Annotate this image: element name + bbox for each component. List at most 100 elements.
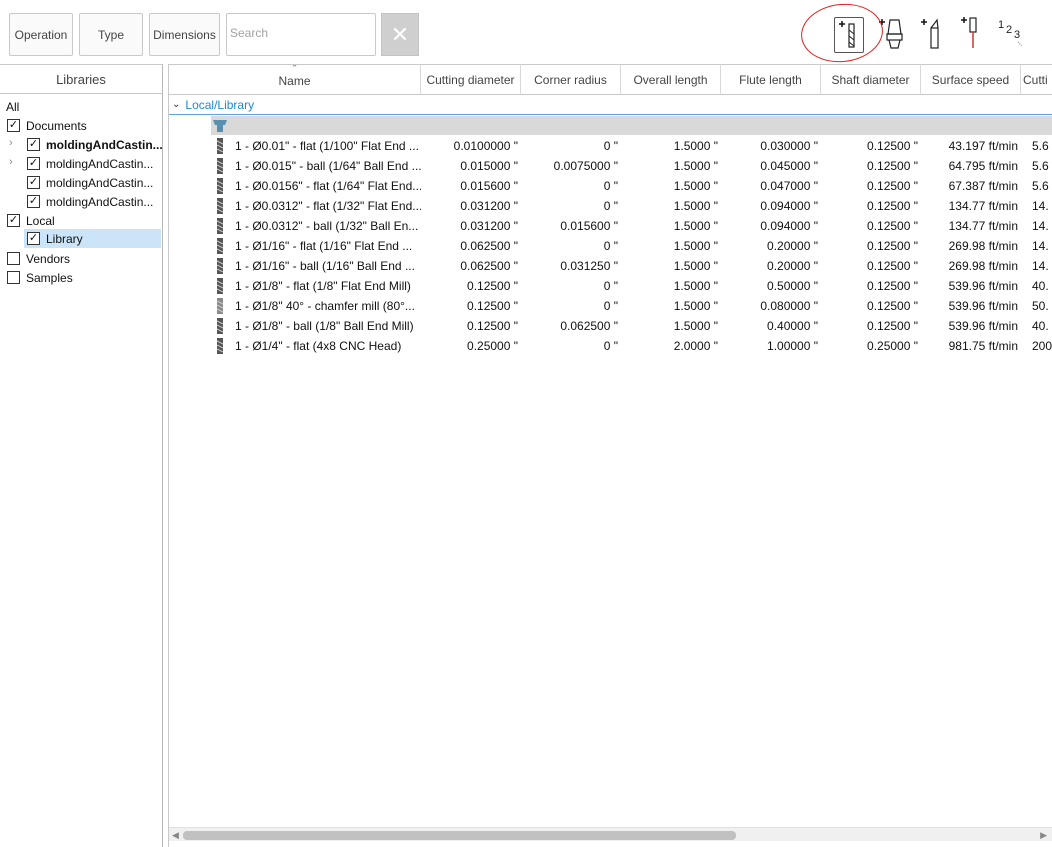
column-header-cutting-diameter[interactable]: Cutting diameter: [421, 64, 521, 95]
cell-name: 1 - Ø0.0156" - flat (1/64" Flat End...: [235, 179, 421, 193]
checkbox-icon[interactable]: ✓: [27, 195, 40, 208]
cell-shaft-diameter: 0.12500 ": [867, 319, 918, 333]
cell-cutting-feedrate: 5.6: [1032, 139, 1049, 153]
ball-end-mill-icon: [217, 258, 223, 274]
cell-cutting-feedrate: 40.: [1032, 279, 1049, 293]
cell-shaft-diameter: 0.12500 ": [867, 159, 918, 173]
library-item-label: moldingAndCastin...: [46, 156, 154, 171]
checkbox-icon[interactable]: [7, 271, 20, 284]
column-header-name[interactable]: ⌃ Name: [169, 64, 421, 95]
cell-overall-length: 1.5000 ": [673, 219, 718, 233]
library-item-samples[interactable]: Samples: [7, 268, 73, 287]
cell-flute-length: 0.094000 ": [760, 219, 818, 233]
scrollbar-thumb[interactable]: [183, 831, 736, 840]
new-mill-tool-icon[interactable]: [834, 17, 864, 53]
column-header-surface-speed[interactable]: Surface speed: [921, 64, 1021, 95]
chevron-right-icon[interactable]: ›: [9, 137, 13, 149]
operation-filter-button[interactable]: Operation: [9, 13, 73, 56]
column-header-corner-radius[interactable]: Corner radius: [521, 64, 621, 95]
scroll-right-icon[interactable]: ▶: [1040, 828, 1047, 842]
cell-surface-speed: 981.75 ft/min: [948, 339, 1018, 353]
cell-shaft-diameter: 0.12500 ": [867, 139, 918, 153]
library-item-label: moldingAndCastin...: [46, 175, 154, 190]
table-row[interactable]: 1 - Ø1/8" - flat (1/8" Flat End Mill) 0.1…: [169, 276, 1052, 296]
library-item-label: moldingAndCastin...: [46, 194, 154, 209]
column-header-overall-length[interactable]: Overall length: [621, 64, 721, 95]
library-item-local[interactable]: ✓ Local: [7, 211, 55, 230]
library-item-library[interactable]: ✓ Library: [24, 229, 161, 248]
column-header-flute-length[interactable]: Flute length: [721, 64, 821, 95]
library-item-vendors[interactable]: Vendors: [7, 249, 70, 268]
library-item-label: Local: [26, 213, 55, 228]
group-label: Local/Library: [185, 97, 255, 112]
horizontal-scrollbar[interactable]: ◀ ▶: [169, 827, 1052, 841]
cell-cutting-diameter: 0.062500 ": [460, 259, 518, 273]
cell-surface-speed: 67.387 ft/min: [948, 179, 1018, 193]
cell-surface-speed: 43.197 ft/min: [948, 139, 1018, 153]
scroll-left-icon[interactable]: ◀: [172, 828, 179, 842]
library-item-all[interactable]: All: [6, 97, 19, 116]
cell-corner-radius: 0 ": [603, 299, 618, 313]
column-header-shaft-diameter[interactable]: Shaft diameter: [821, 64, 921, 95]
library-item-moldingandcasting-2[interactable]: ✓ moldingAndCastin...: [27, 154, 153, 173]
table-row[interactable]: 1 - Ø0.015" - ball (1/64" Ball End ... 0.…: [169, 156, 1052, 176]
cell-cutting-diameter: 0.031200 ": [460, 219, 518, 233]
cell-name: 1 - Ø1/4" - flat (4x8 CNC Head): [235, 339, 402, 353]
group-row-local-library[interactable]: ⌄ Local/Library: [169, 95, 1052, 115]
checkbox-icon[interactable]: ✓: [27, 176, 40, 189]
library-item-moldingandcasting-3[interactable]: ✓ moldingAndCastin...: [27, 173, 153, 192]
cell-cutting-diameter: 0.015600 ": [460, 179, 518, 193]
clear-search-button[interactable]: ✕: [381, 13, 419, 56]
cell-name: 1 - Ø1/8" 40° - chamfer mill (80°...: [235, 299, 415, 313]
holder-row[interactable]: [211, 116, 1052, 135]
checkbox-icon[interactable]: ✓: [27, 138, 40, 151]
table-row[interactable]: 1 - Ø1/16" - flat (1/16" Flat End ... 0.0…: [169, 236, 1052, 256]
cell-corner-radius: 0 ": [603, 179, 618, 193]
cell-cutting-feedrate: 40.: [1032, 319, 1049, 333]
checkbox-icon[interactable]: ✓: [27, 232, 40, 245]
cell-corner-radius: 0.015600 ": [560, 219, 618, 233]
checkbox-icon[interactable]: [7, 252, 20, 265]
cell-surface-speed: 64.795 ft/min: [948, 159, 1018, 173]
cell-corner-radius: 0 ": [603, 199, 618, 213]
table-row[interactable]: 1 - Ø1/4" - flat (4x8 CNC Head) 0.25000 "…: [169, 336, 1052, 356]
checkbox-icon[interactable]: ✓: [7, 119, 20, 132]
ball-end-mill-icon: [217, 218, 223, 234]
cell-flute-length: 0.50000 ": [767, 279, 818, 293]
holder-icon: [213, 120, 227, 132]
flat-end-mill-icon: [217, 278, 223, 294]
checkbox-icon[interactable]: ✓: [27, 157, 40, 170]
library-item-moldingandcasting-4[interactable]: ✓ moldingAndCastin...: [27, 192, 153, 211]
ball-end-mill-icon: [217, 158, 223, 174]
type-filter-button[interactable]: Type: [79, 13, 143, 56]
search-input[interactable]: [230, 26, 370, 40]
library-item-documents[interactable]: ✓ Documents: [7, 116, 87, 135]
cell-cutting-diameter: 0.031200 ": [460, 199, 518, 213]
chevron-right-icon[interactable]: ›: [9, 156, 13, 168]
dimensions-filter-button[interactable]: Dimensions: [149, 13, 220, 56]
cell-name: 1 - Ø1/8" - flat (1/8" Flat End Mill): [235, 279, 411, 293]
flat-end-mill-icon: [217, 338, 223, 354]
table-row[interactable]: 1 - Ø0.0156" - flat (1/64" Flat End... 0.…: [169, 176, 1052, 196]
cell-cutting-feedrate: 14.: [1032, 219, 1049, 233]
table-row[interactable]: 1 - Ø1/8" - ball (1/8" Ball End Mill) 0.1…: [169, 316, 1052, 336]
table-row[interactable]: 1 - Ø0.0312" - ball (1/32" Ball En... 0.0…: [169, 216, 1052, 236]
library-item-moldingandcasting-1[interactable]: ✓ moldingAndCastin...: [27, 135, 163, 154]
cell-cutting-feedrate: 14.: [1032, 199, 1049, 213]
flat-end-mill-icon: [217, 178, 223, 194]
chevron-down-icon[interactable]: ⌄: [172, 99, 180, 110]
table-row[interactable]: 1 - Ø1/16" - ball (1/16" Ball End ... 0.0…: [169, 256, 1052, 276]
renumber-icon[interactable]: 1 2 3: [994, 14, 1030, 54]
cell-cutting-diameter: 0.12500 ": [467, 279, 518, 293]
table-row[interactable]: 1 - Ø1/8" 40° - chamfer mill (80°... 0.12…: [169, 296, 1052, 316]
new-holder-icon[interactable]: [874, 14, 910, 54]
new-probe-icon[interactable]: [954, 14, 990, 54]
table-row[interactable]: 1 - Ø0.0312" - flat (1/32" Flat End... 0.…: [169, 196, 1052, 216]
column-header-cutting-feedrate[interactable]: Cutti: [1021, 64, 1052, 95]
cell-shaft-diameter: 0.12500 ": [867, 219, 918, 233]
cell-cutting-diameter: 0.12500 ": [467, 319, 518, 333]
cell-corner-radius: 0.062500 ": [560, 319, 618, 333]
checkbox-icon[interactable]: ✓: [7, 214, 20, 227]
new-turning-tool-icon[interactable]: [914, 14, 950, 54]
table-row[interactable]: 1 - Ø0.01" - flat (1/100" Flat End ... 0.…: [169, 136, 1052, 156]
